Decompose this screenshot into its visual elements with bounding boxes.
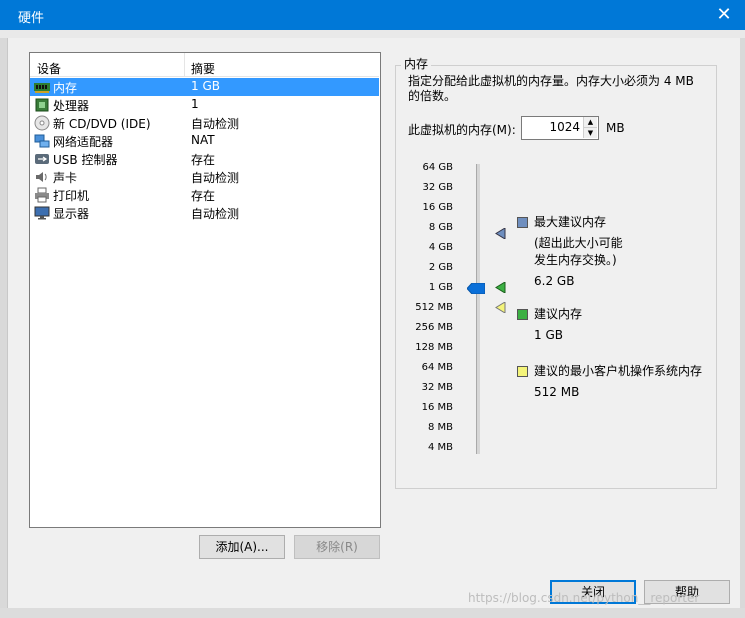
slider-tick-label: 8 MB bbox=[427, 422, 453, 433]
memory-field-label: 此虚拟机的内存(M): bbox=[408, 123, 516, 137]
slider-tick-label: 64 GB bbox=[422, 162, 453, 173]
device-row-name: 新 CD/DVD (IDE) bbox=[53, 117, 151, 131]
guest-min-legend-icon bbox=[517, 366, 528, 377]
slider-tick-label: 16 GB bbox=[422, 202, 453, 213]
title-bar bbox=[0, 0, 745, 30]
recommended-legend-icon bbox=[517, 309, 528, 320]
max-recommended-marker-icon bbox=[495, 228, 506, 239]
memory-description-line2: 的倍数。 bbox=[408, 89, 457, 103]
recommended-legend: 建议内存 1 GB bbox=[534, 306, 582, 344]
guest-min-legend: 建议的最小客户机操作系统内存 512 MB bbox=[534, 363, 702, 401]
guest-min-marker-icon bbox=[495, 302, 506, 313]
max-recommended-note-line2: 发生内存交换。) bbox=[534, 253, 617, 267]
device-row-cd-dvd[interactable]: 新 CD/DVD (IDE) 自动检测 bbox=[30, 114, 379, 132]
slider-tick-label: 8 GB bbox=[428, 222, 453, 233]
max-recommended-value: 6.2 GB bbox=[534, 274, 575, 288]
device-row-processor[interactable]: 处理器 1 bbox=[30, 96, 379, 114]
remove-button[interactable]: 移除(R) bbox=[294, 535, 380, 559]
memory-description: 指定分配给此虚拟机的内存量。内存大小必须为 4 MB 的倍数。 bbox=[408, 74, 708, 104]
guest-min-label: 建议的最小客户机操作系统内存 bbox=[534, 364, 703, 378]
right-edge bbox=[740, 38, 745, 608]
max-recommended-note-line1: (超出此大小可能 bbox=[534, 236, 623, 250]
summary-column-header[interactable]: 摘要 bbox=[191, 60, 215, 77]
device-row-memory[interactable]: 内存 1 GB bbox=[30, 78, 379, 96]
device-row-summary: NAT bbox=[191, 133, 215, 147]
processor-icon bbox=[35, 98, 49, 112]
device-column-header[interactable]: 设备 bbox=[37, 60, 61, 77]
slider-tick-label: 256 MB bbox=[415, 322, 453, 333]
memory-slider-thumb[interactable] bbox=[467, 283, 485, 294]
memory-unit: MB bbox=[606, 121, 625, 135]
max-recommended-legend-icon bbox=[517, 217, 528, 228]
device-row-network[interactable]: 网络适配器 NAT bbox=[30, 132, 379, 150]
slider-tick-label: 128 MB bbox=[415, 342, 453, 353]
device-row-name: 网络适配器 bbox=[53, 135, 114, 149]
slider-tick-label: 64 MB bbox=[421, 362, 453, 373]
device-row-name: 处理器 bbox=[53, 99, 90, 113]
slider-tick-label: 16 MB bbox=[421, 402, 453, 413]
column-separator[interactable] bbox=[184, 53, 185, 77]
device-row-summary: 1 bbox=[191, 97, 199, 111]
slider-tick-label: 2 GB bbox=[428, 262, 453, 273]
slider-tick-label: 32 GB bbox=[422, 182, 453, 193]
slider-tick-label: 32 MB bbox=[421, 382, 453, 393]
device-row-name: 内存 bbox=[53, 81, 78, 95]
device-row-summary: 1 GB bbox=[191, 79, 220, 93]
network-adapter-icon bbox=[34, 134, 50, 148]
device-row-summary: 自动检测 bbox=[191, 117, 240, 131]
recommended-value: 1 GB bbox=[534, 328, 563, 342]
guest-min-value: 512 MB bbox=[534, 385, 580, 399]
window-top-strip bbox=[0, 30, 745, 38]
max-recommended-legend: 最大建议内存 (超出此大小可能 发生内存交换。) 6.2 GB bbox=[534, 214, 623, 290]
memory-slider-track[interactable] bbox=[476, 164, 480, 454]
spin-down-icon[interactable]: ▼ bbox=[583, 127, 597, 138]
add-button[interactable]: 添加(A)... bbox=[199, 535, 285, 559]
slider-tick-label: 1 GB bbox=[428, 282, 453, 293]
max-recommended-label: 最大建议内存 bbox=[534, 215, 607, 229]
cd-dvd-icon bbox=[34, 115, 50, 131]
recommended-label: 建议内存 bbox=[534, 307, 583, 321]
memory-spinbox[interactable]: 1024 ▲ ▼ bbox=[521, 116, 599, 140]
memory-icon bbox=[34, 83, 50, 93]
spin-up-icon[interactable]: ▲ bbox=[583, 117, 597, 127]
close-window-icon[interactable]: ✕ bbox=[712, 3, 736, 27]
memory-input[interactable]: 1024 bbox=[549, 120, 580, 134]
window-title: 硬件 bbox=[18, 11, 45, 26]
bottom-strip bbox=[0, 608, 745, 618]
watermark: https://blog.csdn.net/python__reporter bbox=[468, 591, 700, 605]
memory-description-line1: 指定分配给此虚拟机的内存量。内存大小必须为 4 MB bbox=[408, 74, 694, 88]
slider-tick-label: 4 MB bbox=[427, 442, 453, 453]
slider-tick-label: 4 GB bbox=[428, 242, 453, 253]
memory-group-title: 内存 bbox=[401, 55, 432, 72]
slider-tick-label: 512 MB bbox=[415, 302, 453, 313]
recommended-marker-icon bbox=[495, 282, 506, 293]
